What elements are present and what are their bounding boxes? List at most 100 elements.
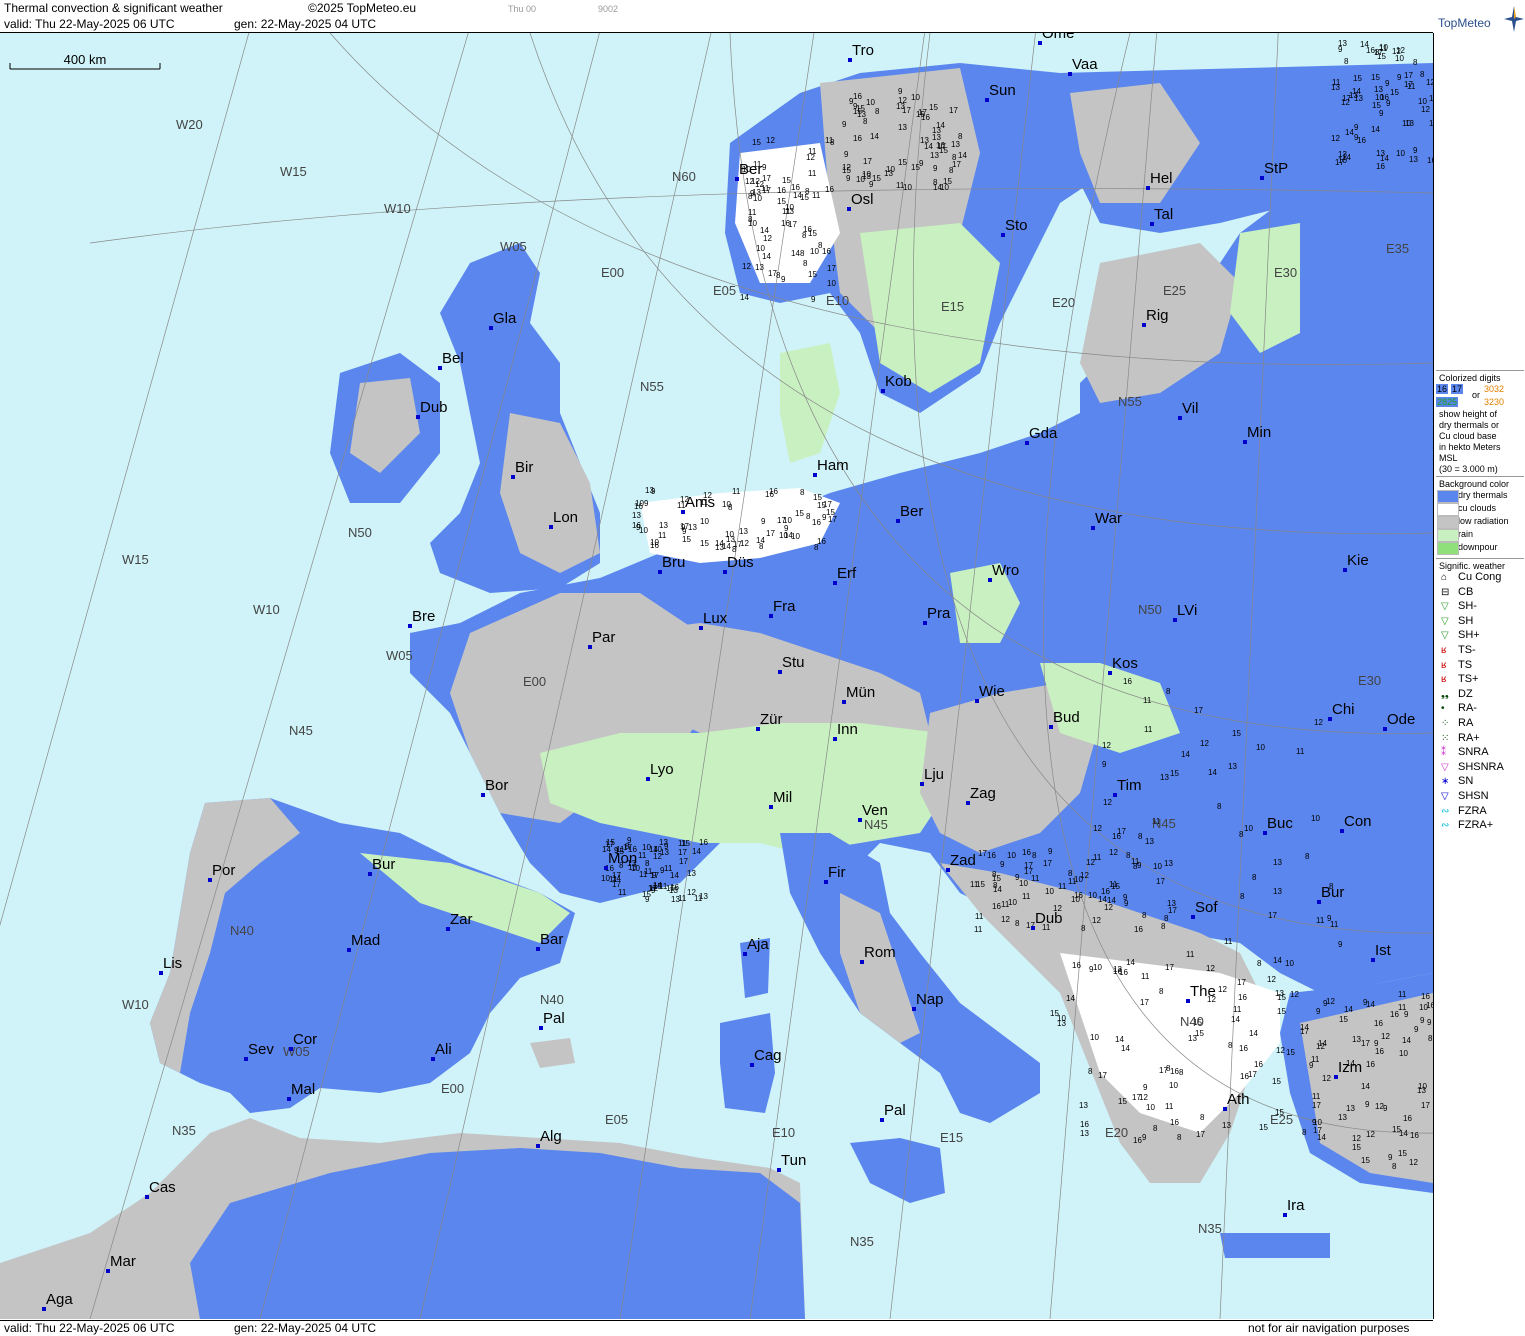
- city-label[interactable]: Ira: [1287, 1197, 1305, 1214]
- city-label[interactable]: Alg: [540, 1128, 562, 1145]
- city-label[interactable]: Nap: [916, 991, 944, 1008]
- city-label[interactable]: Con: [1344, 813, 1372, 830]
- thermal-digit: 8: [1088, 1067, 1093, 1076]
- city-label[interactable]: Hel: [1150, 170, 1173, 187]
- city-label[interactable]: Ven: [862, 802, 888, 819]
- city-label[interactable]: Por: [212, 862, 235, 879]
- city-label[interactable]: Tal: [1154, 206, 1173, 223]
- city-label[interactable]: Min: [1247, 424, 1271, 441]
- city-label[interactable]: Cor: [293, 1031, 317, 1048]
- city-label[interactable]: Ham: [817, 457, 849, 474]
- city-label[interactable]: StP: [1264, 160, 1288, 177]
- city-label[interactable]: Dub: [420, 399, 448, 416]
- city-label[interactable]: Zad: [950, 852, 976, 869]
- city-label[interactable]: Chi: [1332, 701, 1355, 718]
- city-label[interactable]: Bar: [540, 931, 563, 948]
- city-label[interactable]: Tro: [852, 42, 874, 59]
- city-label[interactable]: Gda: [1029, 425, 1058, 442]
- city-label[interactable]: Pal: [543, 1010, 565, 1027]
- city-label[interactable]: Mil: [773, 789, 792, 806]
- city-label[interactable]: Zag: [970, 785, 996, 802]
- city-label[interactable]: Osl: [851, 191, 874, 208]
- city-label[interactable]: Ode: [1387, 711, 1415, 728]
- city-label[interactable]: Erf: [837, 565, 857, 582]
- city-label[interactable]: Izm: [1338, 1059, 1362, 1076]
- city-label[interactable]: Fir: [828, 864, 846, 881]
- city-label[interactable]: Mad: [351, 932, 380, 949]
- thermal-digit: 9: [933, 164, 938, 173]
- city-label[interactable]: Cas: [149, 1179, 176, 1196]
- city-label[interactable]: Kob: [885, 373, 912, 390]
- city-label[interactable]: Zür: [760, 711, 783, 728]
- snow-rain-shower-icon: ▽: [1441, 761, 1449, 773]
- city-label[interactable]: Wro: [992, 562, 1019, 579]
- city-label[interactable]: Tun: [781, 1152, 806, 1169]
- city-label[interactable]: Sof: [1195, 899, 1218, 916]
- city-label[interactable]: Kie: [1347, 552, 1369, 569]
- legend-weather-label: SN: [1458, 775, 1474, 788]
- city-label[interactable]: Ath: [1227, 1091, 1250, 1108]
- city-label[interactable]: Stu: [782, 654, 805, 671]
- thermal-digit: 13: [1222, 1121, 1231, 1130]
- city-label[interactable]: Lux: [703, 610, 728, 627]
- city-label[interactable]: Ber: [739, 161, 762, 178]
- city-label[interactable]: Dub: [1035, 910, 1063, 927]
- city-label[interactable]: Cag: [754, 1047, 782, 1064]
- city-label[interactable]: Ali: [435, 1041, 452, 1058]
- city-label[interactable]: Bir: [515, 459, 533, 476]
- city-label[interactable]: Inn: [837, 721, 858, 738]
- city-label[interactable]: Wie: [979, 683, 1005, 700]
- thermal-digit: 17: [680, 522, 689, 531]
- thermal-digit: 17: [1404, 80, 1413, 89]
- city-label[interactable]: Bur: [372, 856, 395, 873]
- city-label[interactable]: LVi: [1177, 602, 1197, 619]
- city-label[interactable]: Kos: [1112, 655, 1138, 672]
- city-label[interactable]: Buc: [1267, 815, 1293, 832]
- city-label[interactable]: Sev: [248, 1041, 274, 1058]
- city-label[interactable]: Ist: [1375, 942, 1392, 959]
- city-label[interactable]: Aga: [46, 1291, 73, 1308]
- city-label[interactable]: Ber: [900, 503, 923, 520]
- graticule-label: E05: [713, 283, 736, 298]
- weather-map[interactable]: 9131315129917171391091110101510814121610…: [0, 33, 1434, 1319]
- thermal-digit: 11: [970, 880, 979, 889]
- city-label[interactable]: Bur: [1321, 884, 1344, 901]
- header-bar: Thermal convection & significant weather…: [0, 0, 1433, 33]
- city-label[interactable]: Rig: [1146, 307, 1169, 324]
- city-label[interactable]: Mal: [291, 1081, 315, 1098]
- city-label[interactable]: Bud: [1053, 709, 1080, 726]
- city-label[interactable]: Mon: [608, 850, 637, 867]
- city-label[interactable]: Sto: [1005, 217, 1028, 234]
- city-label[interactable]: The: [1190, 983, 1216, 1000]
- city-label[interactable]: Pal: [884, 1102, 906, 1119]
- thermal-digit: 8: [863, 117, 868, 126]
- city-label[interactable]: Zar: [450, 911, 473, 928]
- city-label[interactable]: Fra: [773, 598, 796, 615]
- city-label[interactable]: Sun: [989, 82, 1016, 99]
- city-label[interactable]: Lon: [553, 509, 578, 526]
- footer-generated-time: gen: 22-May-2025 04 UTC: [234, 1321, 377, 1335]
- city-label[interactable]: Vaa: [1072, 56, 1098, 73]
- thermal-digit: 13: [1331, 83, 1340, 92]
- city-label[interactable]: Bor: [485, 777, 508, 794]
- city-label[interactable]: Lju: [924, 766, 944, 783]
- city-label[interactable]: Ams: [685, 494, 715, 511]
- city-label[interactable]: Pra: [927, 605, 951, 622]
- city-label[interactable]: Aja: [747, 936, 769, 953]
- city-label[interactable]: Mün: [846, 684, 875, 701]
- city-label[interactable]: Par: [592, 629, 615, 646]
- city-label[interactable]: Gla: [493, 310, 517, 327]
- city-label[interactable]: Düs: [727, 554, 754, 571]
- city-label[interactable]: Bel: [442, 350, 464, 367]
- city-label[interactable]: Mar: [110, 1253, 136, 1270]
- city-label[interactable]: Vil: [1182, 400, 1198, 417]
- city-label[interactable]: Ome: [1042, 33, 1075, 42]
- city-label[interactable]: Tim: [1117, 777, 1141, 794]
- city-label[interactable]: Bru: [662, 554, 685, 571]
- city-label[interactable]: Lyo: [650, 761, 674, 778]
- thermal-digit: 10: [779, 531, 788, 540]
- city-label[interactable]: Rom: [864, 944, 896, 961]
- city-label[interactable]: Bre: [412, 608, 435, 625]
- city-label[interactable]: War: [1095, 510, 1122, 527]
- city-label[interactable]: Lis: [163, 955, 182, 972]
